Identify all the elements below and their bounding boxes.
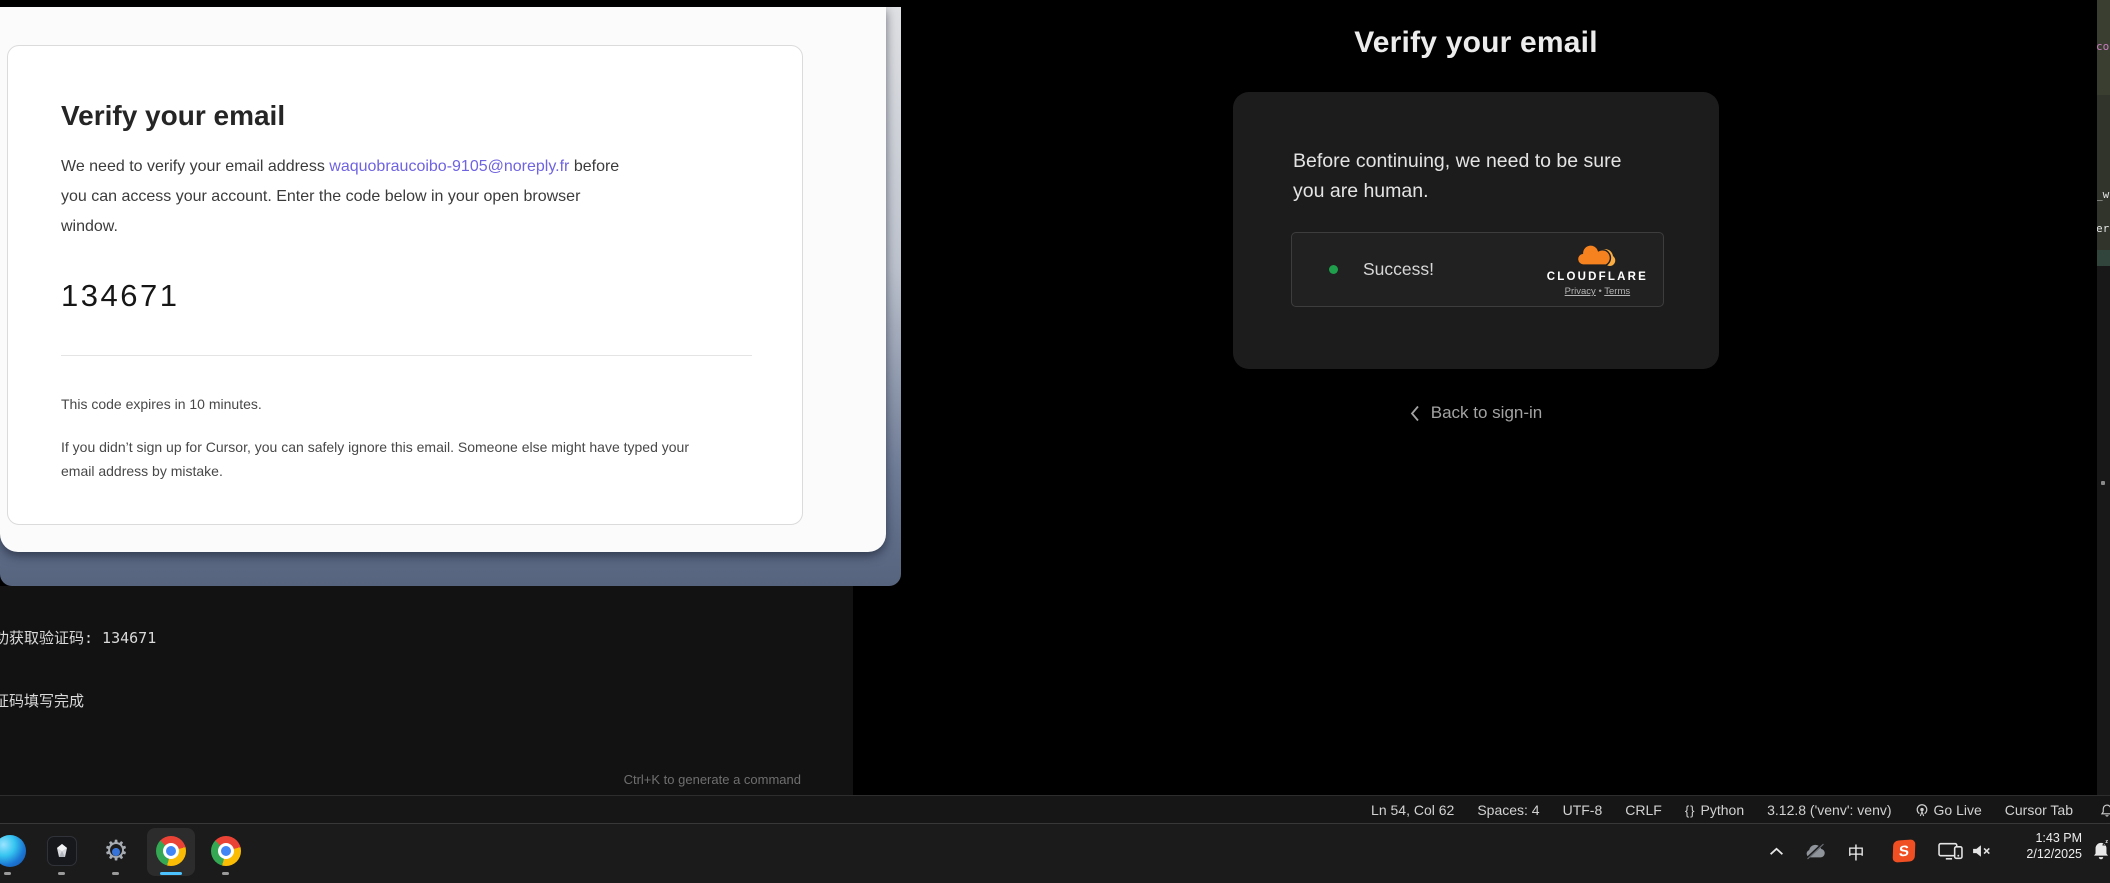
gem-app-icon: [47, 836, 77, 866]
taskbar-clock[interactable]: 1:43 PM 2/12/2025: [2026, 831, 2082, 862]
clock-date: 2/12/2025: [2026, 847, 2082, 863]
clock-time: 1:43 PM: [2026, 831, 2082, 847]
svg-text:z: z: [2105, 839, 2108, 845]
verify-card: Before continuing, we need to be sure yo…: [1233, 92, 1719, 369]
turnstile-status: Success!: [1363, 259, 1434, 280]
snipaste-tray-button[interactable]: S: [1888, 835, 1920, 867]
notifications-bell-icon[interactable]: [2100, 803, 2110, 823]
chevron-left-icon: [1410, 405, 1420, 422]
code-expiry-note: This code expires in 10 minutes.: [61, 396, 752, 412]
email-card: Verify your email We need to verify your…: [7, 45, 803, 525]
cloudflare-branding: CLOUDFLARE Privacy • Terms: [1547, 243, 1648, 297]
running-indicator: [4, 872, 11, 875]
editor-sliver-block: [2097, 250, 2110, 266]
running-indicator: [222, 872, 229, 875]
gear-icon: ⚙: [103, 837, 128, 865]
language-mode-indicator[interactable]: {} Python: [1685, 802, 1744, 818]
language-label: Python: [1701, 802, 1745, 818]
running-indicator: [112, 872, 119, 875]
running-indicator: [58, 872, 65, 875]
email-footer-text: If you didn’t sign up for Cursor, you ca…: [61, 439, 689, 455]
terminal-ctrlk-hint: Ctrl+K to generate a command: [624, 772, 801, 787]
cursor-position-indicator[interactable]: Ln 54, Col 62: [1371, 802, 1454, 818]
status-bar-right: Ln 54, Col 62 Spaces: 4 UTF-8 CRLF {} Py…: [1371, 796, 2073, 823]
page-title: Verify your email: [855, 26, 2097, 60]
verify-text-line2: you are human.: [1293, 180, 1429, 202]
go-live-button[interactable]: Go Live: [1915, 802, 1982, 818]
code-fragment: co: [2097, 40, 2109, 53]
cloud-offline-icon: [1803, 843, 1828, 860]
desktop: 功获取验证码: 134671 证码填写完成 在处理 Turnstile 验证..…: [0, 0, 2110, 883]
terminal-line: 证码填写完成: [0, 691, 195, 712]
email-body: We need to verify your email address waq…: [61, 152, 752, 242]
ime-tray-button[interactable]: 中: [1840, 835, 1872, 867]
verify-text-line1: Before continuing, we need to be sure: [1293, 150, 1621, 172]
eol-indicator[interactable]: CRLF: [1625, 802, 1662, 818]
cloudflare-wordmark: CLOUDFLARE: [1547, 272, 1648, 284]
terms-link[interactable]: Terms: [1604, 286, 1630, 297]
focus-assist-bell-icon[interactable]: z z: [2090, 838, 2110, 862]
code-fragment: _w: [2097, 188, 2109, 201]
code-fragment: er: [2097, 222, 2109, 235]
indentation-indicator[interactable]: Spaces: 4: [1477, 802, 1539, 818]
terminal-line: 功获取验证码: 134671: [0, 628, 195, 649]
broadcast-icon: [1915, 803, 1929, 817]
braces-icon: {}: [1685, 803, 1696, 818]
editor-sliver-dot: [2101, 481, 2105, 485]
back-to-sign-in-link[interactable]: Back to sign-in: [855, 403, 2097, 423]
settings-taskbar-button[interactable]: ⚙: [100, 835, 132, 867]
cloudflare-turnstile-widget[interactable]: Success! CLOUDFLARE Privacy • Terms: [1291, 232, 1664, 307]
chrome-icon: [211, 836, 241, 866]
email-heading: Verify your email: [61, 100, 752, 132]
browser-verify-page: Verify your email Before continuing, we …: [855, 0, 2097, 797]
chrome-taskbar-button[interactable]: [210, 835, 242, 867]
back-to-sign-in-label: Back to sign-in: [1431, 403, 1543, 423]
email-window: Verify your email We need to verify your…: [0, 7, 901, 586]
volume-tray-button[interactable]: [1966, 835, 1998, 867]
terminal-output: 功获取验证码: 134671 证码填写完成 在处理 Turnstile 验证..…: [0, 586, 195, 795]
monitor-cast-icon: [1938, 842, 1963, 860]
email-page: Verify your email We need to verify your…: [0, 7, 886, 552]
cast-display-tray-button[interactable]: [1934, 835, 1966, 867]
email-body-text: you can access your account. Enter the c…: [61, 188, 580, 205]
speaker-muted-icon: [1971, 843, 1994, 859]
divider: [61, 355, 752, 356]
cursor-tab-indicator[interactable]: Cursor Tab: [2005, 802, 2073, 818]
privacy-link[interactable]: Privacy: [1565, 286, 1596, 297]
chrome-icon: [156, 836, 186, 866]
links-separator: •: [1598, 286, 1601, 297]
edge-icon: [0, 835, 26, 867]
encoding-indicator[interactable]: UTF-8: [1563, 802, 1603, 818]
ime-chinese-icon: 中: [1848, 839, 1865, 864]
terminal-line: [0, 754, 195, 775]
email-address-link[interactable]: waquobraucoibo-9105@noreply.fr: [329, 158, 569, 175]
ide-status-bar: Ln 54, Col 62 Spaces: 4 UTF-8 CRLF {} Py…: [0, 795, 2110, 823]
chevron-up-icon: [1769, 847, 1784, 856]
cloudflare-cloud-icon: [1576, 243, 1618, 267]
editor-sliver: co _w er: [2097, 0, 2110, 795]
active-app-indicator: [160, 872, 182, 875]
success-dot-icon: [1329, 265, 1338, 274]
verify-card-text: Before continuing, we need to be sure yo…: [1293, 146, 1661, 206]
email-footer: If you didn’t sign up for Cursor, you ca…: [61, 435, 752, 483]
email-body-text: before: [569, 158, 619, 175]
edge-taskbar-button[interactable]: [0, 835, 26, 867]
email-footer-text: email address by mistake.: [61, 463, 223, 479]
verification-code: 134671: [61, 278, 752, 314]
gem-app-taskbar-button[interactable]: [46, 835, 78, 867]
windows-taskbar: ⚙ 中 S: [0, 823, 2110, 883]
email-body-text: We need to verify your email address: [61, 158, 329, 175]
chrome-active-taskbar-button[interactable]: [155, 835, 187, 867]
turnstile-links: Privacy • Terms: [1547, 287, 1648, 297]
onedrive-tray-button[interactable]: [1799, 835, 1831, 867]
tray-overflow-button[interactable]: [1760, 835, 1792, 867]
email-body-text: window.: [61, 218, 118, 235]
terminal-panel[interactable]: 功获取验证码: 134671 证码填写完成 在处理 Turnstile 验证..…: [0, 586, 853, 795]
go-live-label: Go Live: [1934, 802, 1982, 818]
s-app-icon: S: [1893, 839, 1916, 862]
python-interpreter-indicator[interactable]: 3.12.8 ('venv': venv): [1767, 802, 1891, 818]
